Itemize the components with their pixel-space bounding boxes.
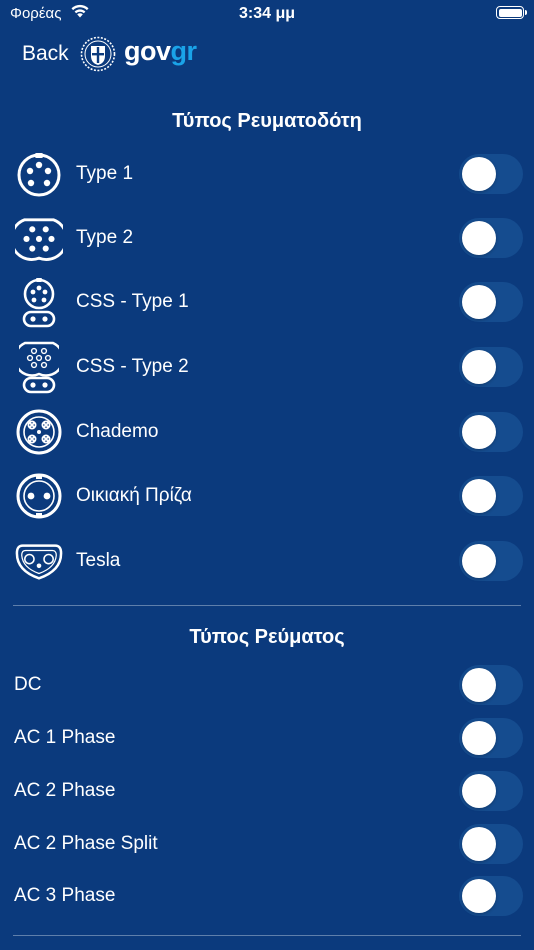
current-label: AC 2 Phase [14, 780, 116, 801]
connector-row-household: Οικιακή Πρίζα [0, 466, 534, 526]
connector-row-ccs-type1: CSS - Type 1 [0, 272, 534, 332]
ac2-phase-toggle[interactable] [459, 771, 523, 811]
connector-row-chademo: Chademo [0, 402, 534, 462]
toggle-knob [462, 774, 496, 808]
connector-label: CSS - Type 2 [76, 356, 189, 377]
tesla-connector-icon [15, 531, 63, 591]
toggle-knob [462, 157, 496, 191]
greek-emblem-icon [80, 36, 116, 77]
connector-label: Type 2 [76, 227, 134, 248]
toggle-knob [462, 479, 496, 513]
section-divider [13, 605, 521, 606]
ac2-phase-split-toggle[interactable] [459, 824, 523, 864]
toggle-knob [462, 285, 496, 319]
current-row-ac1: AC 1 Phase [0, 713, 534, 763]
toggle-knob [462, 221, 496, 255]
type2-connector-icon [15, 208, 63, 268]
toggle-knob [462, 544, 496, 578]
dc-toggle[interactable] [459, 665, 523, 705]
current-row-dc: DC [0, 660, 534, 710]
toggle-knob [462, 668, 496, 702]
current-row-ac2: AC 2 Phase [0, 766, 534, 816]
toggle-knob [462, 350, 496, 384]
connector-row-type1: Type 1 [0, 144, 534, 204]
current-type-title: Τύπος Ρεύματος [189, 626, 345, 648]
connector-label: Type 1 [76, 163, 134, 184]
back-button[interactable]: Back [22, 42, 69, 66]
connector-label: Chademo [76, 421, 159, 442]
ccs-type2-toggle[interactable] [459, 347, 523, 387]
navigation-bar: Back govgr [0, 34, 534, 78]
gov-gr-logo: govgr [124, 36, 197, 67]
ac3-phase-toggle[interactable] [459, 876, 523, 916]
type1-toggle[interactable] [459, 154, 523, 194]
toggle-knob [462, 827, 496, 861]
ccs-type1-toggle[interactable] [459, 282, 523, 322]
household-toggle[interactable] [459, 476, 523, 516]
type1-connector-icon [15, 144, 63, 204]
current-label: AC 3 Phase [14, 885, 116, 906]
tesla-toggle[interactable] [459, 541, 523, 581]
toggle-knob [462, 879, 496, 913]
ccs-type2-connector-icon [15, 337, 63, 397]
logo-gov-text: gov [124, 36, 171, 66]
type2-toggle[interactable] [459, 218, 523, 258]
section-divider [13, 935, 521, 936]
connector-type-title: Τύπος Ρευματοδότη [172, 110, 362, 132]
current-label: AC 1 Phase [14, 727, 116, 748]
toggle-knob [462, 415, 496, 449]
current-row-ac2-split: AC 2 Phase Split [0, 819, 534, 869]
connector-label: CSS - Type 1 [76, 291, 189, 312]
connector-label: Οικιακή Πρίζα [76, 485, 192, 506]
current-label: AC 2 Phase Split [14, 833, 158, 854]
connector-label: Tesla [76, 550, 121, 571]
chademo-connector-icon [15, 402, 63, 462]
ac1-phase-toggle[interactable] [459, 718, 523, 758]
toggle-knob [462, 721, 496, 755]
current-label: DC [14, 674, 42, 695]
battery-icon [496, 6, 527, 19]
status-bar: Φορέας 3:34 μμ [0, 0, 534, 30]
ccs-type1-connector-icon [15, 272, 63, 332]
connector-row-type2: Type 2 [0, 208, 534, 268]
chademo-toggle[interactable] [459, 412, 523, 452]
logo-gr-text: gr [170, 36, 198, 66]
current-row-ac3: AC 3 Phase [0, 871, 534, 921]
connector-row-tesla: Tesla [0, 531, 534, 591]
household-socket-icon [15, 466, 63, 526]
clock: 3:34 μμ [238, 5, 296, 22]
connector-row-ccs-type2: CSS - Type 2 [0, 337, 534, 397]
